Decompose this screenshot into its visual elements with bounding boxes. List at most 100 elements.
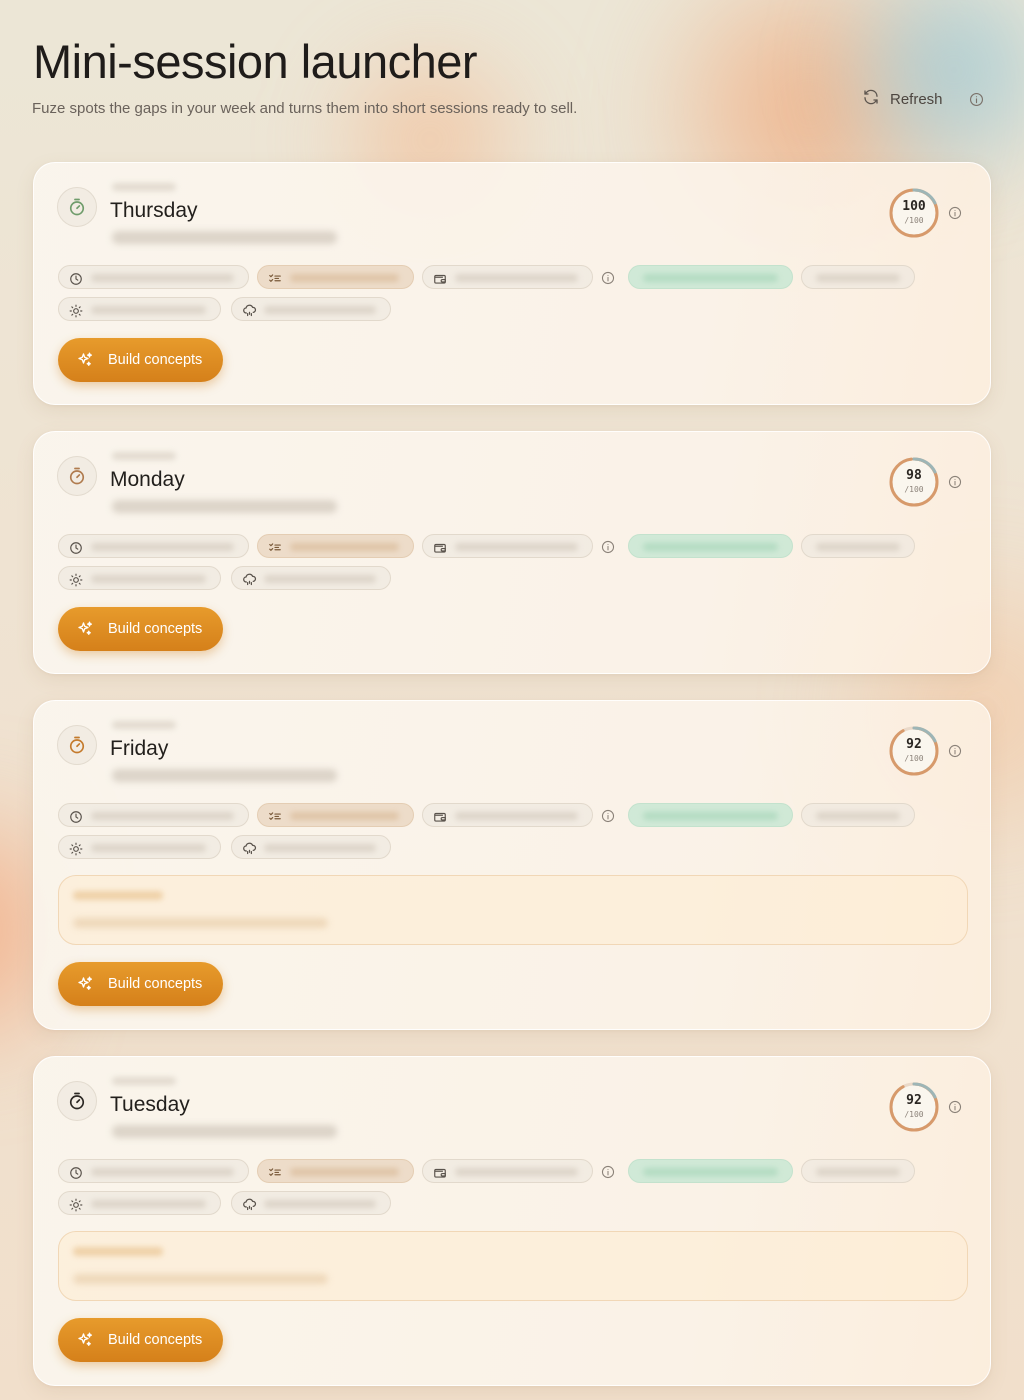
card-eyebrow-redacted: [112, 452, 176, 460]
weather-chip[interactable]: [58, 1191, 221, 1215]
price-chip[interactable]: [422, 265, 593, 289]
checklist-icon: [268, 1165, 282, 1184]
refresh-icon: [862, 88, 880, 110]
info-icon[interactable]: [948, 1099, 962, 1118]
note-text-redacted: [73, 918, 328, 928]
task-chip[interactable]: [257, 1159, 414, 1183]
price-chip[interactable]: [422, 534, 593, 558]
score-max: /100: [904, 485, 924, 494]
timer-icon: [57, 725, 97, 765]
tag-chip[interactable]: [801, 265, 915, 289]
note-box: [58, 1231, 968, 1301]
session-card: Friday 92/100 Build concepts: [33, 700, 991, 1030]
build-concepts-label: Build concepts: [108, 1332, 203, 1348]
chip-value-redacted: [643, 812, 778, 820]
card-meta-redacted: [112, 1125, 337, 1138]
score-max: /100: [904, 754, 924, 763]
build-concepts-label: Build concepts: [108, 976, 203, 992]
forecast-chip[interactable]: [231, 566, 391, 590]
card-eyebrow-redacted: [112, 1077, 176, 1085]
forecast-chip[interactable]: [231, 835, 391, 859]
chip-value-redacted: [91, 543, 234, 551]
score-value: 98: [906, 468, 922, 483]
timer-icon: [57, 1081, 97, 1121]
tag-chip[interactable]: [801, 803, 915, 827]
page-subtitle: Fuze spots the gaps in your week and tur…: [32, 100, 578, 117]
cloudrain-icon: [242, 303, 257, 322]
status-chip[interactable]: [628, 1159, 793, 1183]
task-chip[interactable]: [257, 534, 414, 558]
tag-chip[interactable]: [801, 1159, 915, 1183]
info-icon[interactable]: [969, 92, 984, 107]
weather-chip[interactable]: [58, 297, 221, 321]
note-text-redacted: [73, 1274, 328, 1284]
info-icon[interactable]: [601, 1164, 615, 1183]
time-chip[interactable]: [58, 265, 249, 289]
sparkles-icon: [76, 1331, 94, 1349]
chip-value-redacted: [455, 812, 578, 820]
chip-value-redacted: [816, 274, 900, 282]
price-chip[interactable]: [422, 1159, 593, 1183]
session-card: Tuesday 92/100 Build concepts: [33, 1056, 991, 1386]
chip-value-redacted: [290, 274, 399, 282]
price-chip[interactable]: [422, 803, 593, 827]
build-concepts-button[interactable]: Build concepts: [58, 338, 223, 382]
timer-icon: [57, 456, 97, 496]
chip-value-redacted: [264, 575, 376, 583]
tag-chip[interactable]: [801, 534, 915, 558]
cloudrain-icon: [242, 572, 257, 591]
card-meta-redacted: [112, 769, 337, 782]
task-chip[interactable]: [257, 803, 414, 827]
status-chip[interactable]: [628, 265, 793, 289]
build-concepts-button[interactable]: Build concepts: [58, 962, 223, 1006]
score-max: /100: [904, 1110, 924, 1119]
build-concepts-button[interactable]: Build concepts: [58, 1318, 223, 1362]
chip-value-redacted: [455, 274, 578, 282]
chip-value-redacted: [816, 543, 900, 551]
chip-value-redacted: [455, 543, 578, 551]
build-concepts-label: Build concepts: [108, 352, 203, 368]
weather-chip[interactable]: [58, 566, 221, 590]
info-icon[interactable]: [601, 808, 615, 827]
clock-icon: [69, 540, 83, 559]
checklist-icon: [268, 271, 282, 290]
score-badge: 98/100: [888, 456, 940, 508]
forecast-chip[interactable]: [231, 1191, 391, 1215]
card-eyebrow-redacted: [112, 721, 176, 729]
info-icon[interactable]: [948, 205, 962, 224]
timer-icon: [57, 187, 97, 227]
info-icon[interactable]: [601, 539, 615, 558]
chip-value-redacted: [643, 1168, 778, 1176]
info-icon[interactable]: [948, 743, 962, 762]
build-concepts-label: Build concepts: [108, 621, 203, 637]
sun-icon: [69, 572, 83, 591]
chip-value-redacted: [91, 306, 206, 314]
score-badge: 92/100: [888, 725, 940, 777]
info-icon[interactable]: [601, 270, 615, 289]
time-chip[interactable]: [58, 803, 249, 827]
time-chip[interactable]: [58, 534, 249, 558]
cloudrain-icon: [242, 841, 257, 860]
note-title-redacted: [73, 891, 163, 900]
wallet-icon: [433, 271, 447, 290]
chip-value-redacted: [264, 844, 376, 852]
weather-chip[interactable]: [58, 835, 221, 859]
refresh-button[interactable]: Refresh: [862, 88, 943, 110]
clock-icon: [69, 271, 83, 290]
task-chip[interactable]: [257, 265, 414, 289]
card-meta-redacted: [112, 231, 337, 244]
wallet-icon: [433, 1165, 447, 1184]
chip-value-redacted: [91, 844, 206, 852]
info-icon[interactable]: [948, 474, 962, 493]
chip-value-redacted: [290, 1168, 399, 1176]
chip-value-redacted: [643, 543, 778, 551]
forecast-chip[interactable]: [231, 297, 391, 321]
session-card: Monday 98/100 Build concepts: [33, 431, 991, 674]
chip-value-redacted: [643, 274, 778, 282]
sun-icon: [69, 303, 83, 322]
status-chip[interactable]: [628, 534, 793, 558]
status-chip[interactable]: [628, 803, 793, 827]
sparkles-icon: [76, 620, 94, 638]
build-concepts-button[interactable]: Build concepts: [58, 607, 223, 651]
time-chip[interactable]: [58, 1159, 249, 1183]
